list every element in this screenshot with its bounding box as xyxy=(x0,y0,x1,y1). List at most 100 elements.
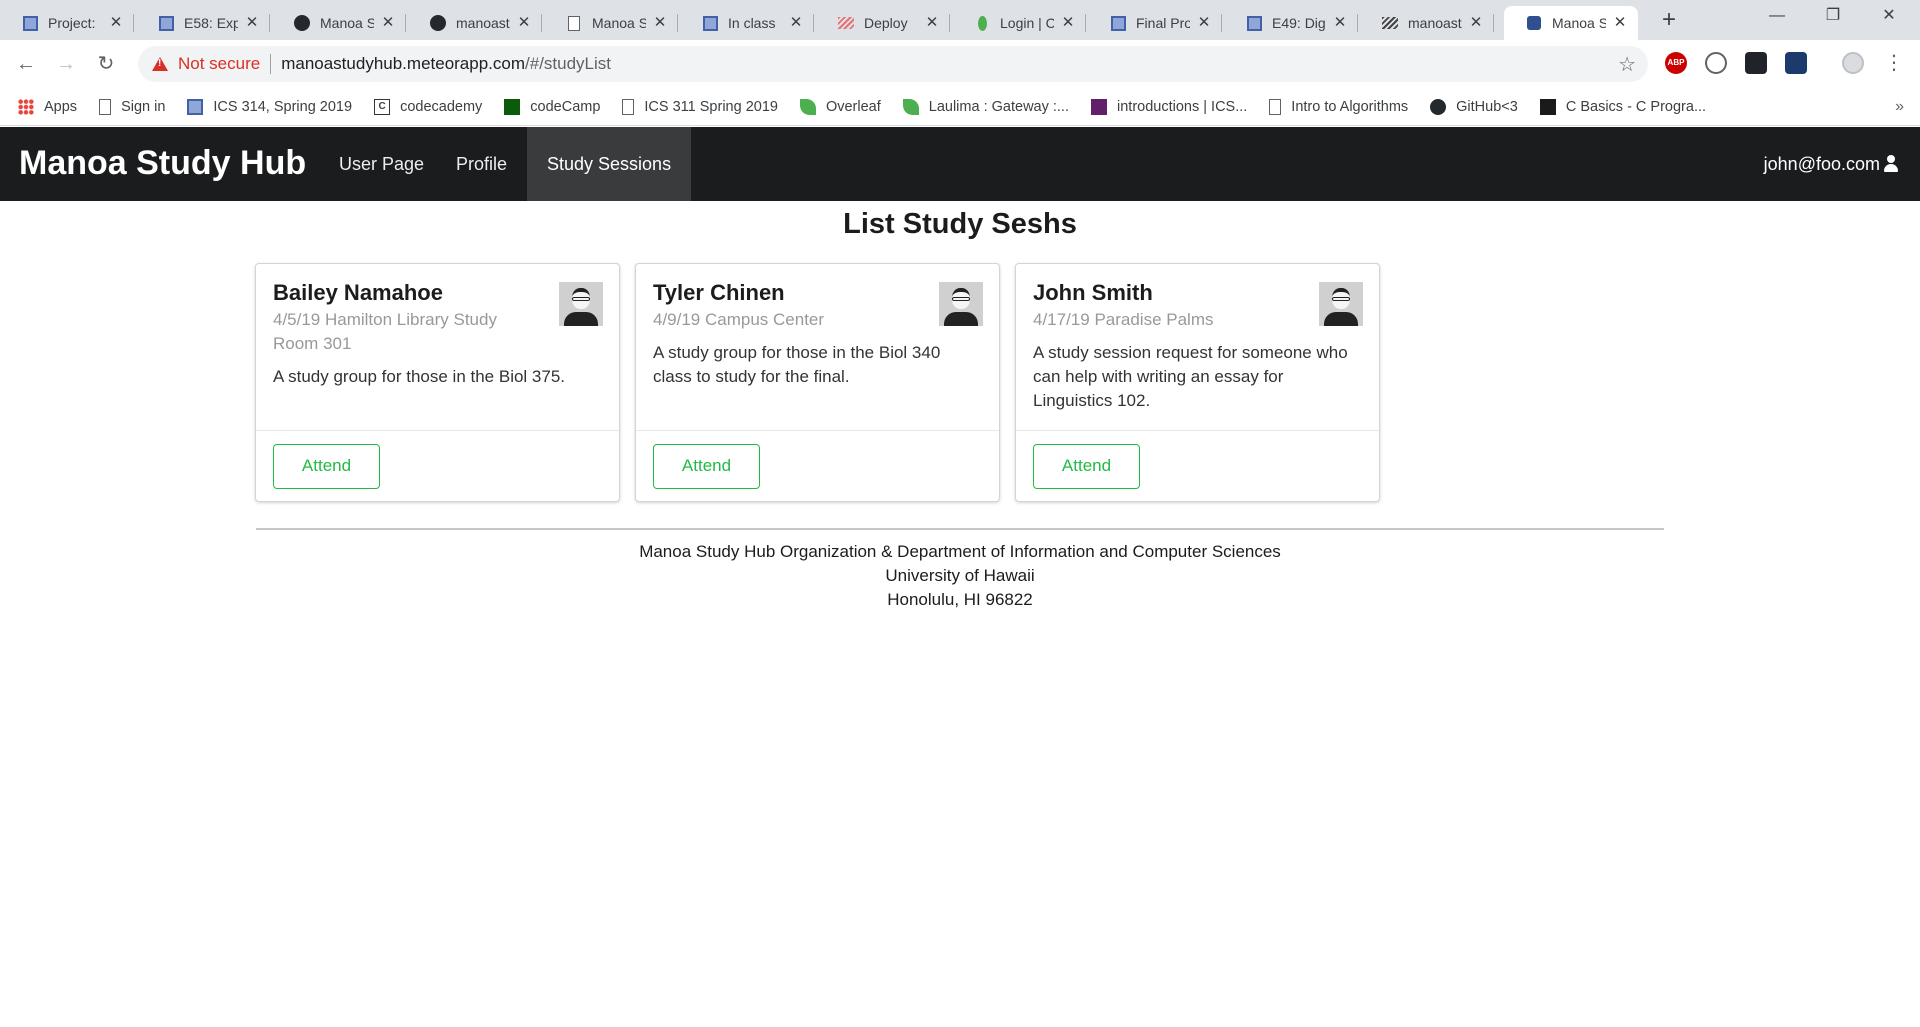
attend-button[interactable]: Attend xyxy=(653,444,760,489)
nav-profile[interactable]: Profile xyxy=(436,127,527,201)
tab-title: E58: Exp xyxy=(184,15,238,31)
brand-logo[interactable]: Manoa Study Hub xyxy=(19,144,306,183)
bookmark-introductions[interactable]: introductions | ICS... xyxy=(1091,98,1247,115)
close-icon[interactable]: ✕ xyxy=(1060,15,1076,31)
card-meta: 4/5/19 Hamilton Library Study Room 301 xyxy=(273,310,497,353)
footer: Manoa Study Hub Organization & Departmen… xyxy=(0,540,1920,612)
close-icon[interactable]: ✕ xyxy=(516,15,532,31)
close-icon[interactable]: ✕ xyxy=(380,15,396,31)
browser-tab[interactable]: manoast ✕ xyxy=(1360,6,1494,40)
footer-line: Manoa Study Hub Organization & Departmen… xyxy=(639,542,1281,561)
tab-title: manoast xyxy=(1408,15,1462,31)
app-navbar: Manoa Study Hub User Page Profile Study … xyxy=(0,127,1920,201)
codecamp-icon xyxy=(504,98,521,115)
minimize-button[interactable]: — xyxy=(1754,0,1800,32)
browser-tab[interactable]: Deploy ✕ xyxy=(816,6,950,40)
card-description: A study group for those in the Biol 340 … xyxy=(653,343,941,386)
attend-button[interactable]: Attend xyxy=(273,444,380,489)
bookmark-intro-algorithms[interactable]: Intro to Algorithms xyxy=(1269,98,1408,115)
tab-title: Login | C xyxy=(1000,15,1054,31)
browser-menu-icon[interactable]: ⋮ xyxy=(1884,52,1904,74)
bookmark-apps[interactable]: Apps xyxy=(18,98,77,115)
forward-button[interactable]: → xyxy=(52,50,80,78)
bookmark-laulima[interactable]: Laulima : Gateway :... xyxy=(902,98,1069,115)
new-tab-button[interactable]: + xyxy=(1655,6,1683,34)
card-meta: 4/17/19 Paradise Palms xyxy=(1033,310,1214,329)
browser-tab[interactable]: Project: ✕ xyxy=(0,6,134,40)
chevron-more-icon[interactable]: » xyxy=(1895,98,1904,116)
back-button[interactable]: ← xyxy=(12,50,40,78)
card-description: A study session request for someone who … xyxy=(1033,343,1348,410)
browser-tab[interactable]: Final Pro ✕ xyxy=(1088,6,1222,40)
bookmark-star-icon[interactable]: ☆ xyxy=(1618,52,1636,77)
overleaf-icon xyxy=(799,98,816,115)
user-icon xyxy=(1882,155,1900,173)
card-meta: 4/9/19 Campus Center xyxy=(653,310,825,329)
browser-tab[interactable]: E49: Dig ✕ xyxy=(1224,6,1358,40)
user-menu[interactable]: john@foo.com xyxy=(1764,127,1900,201)
meteor-dark-icon xyxy=(1382,15,1398,31)
close-icon[interactable]: ✕ xyxy=(1196,15,1212,31)
blue-square-icon xyxy=(1246,15,1262,31)
browser-tab[interactable]: In class ✕ xyxy=(680,6,814,40)
close-icon[interactable]: ✕ xyxy=(788,15,804,31)
bookmark-sign-in[interactable]: Sign in xyxy=(99,98,165,115)
tab-title: In class xyxy=(728,15,776,31)
bookmark-ics314[interactable]: ICS 314, Spring 2019 xyxy=(187,98,352,115)
browser-tab[interactable]: manoast ✕ xyxy=(408,6,542,40)
blue-square-icon xyxy=(187,98,204,115)
study-session-card: John Smith 4/17/19 Paradise Palms A stud… xyxy=(1015,263,1380,502)
bookmarks-bar: Apps Sign in ICS 314, Spring 2019 Ccodec… xyxy=(0,88,1920,126)
leaf-icon xyxy=(974,15,990,31)
close-icon[interactable]: ✕ xyxy=(244,15,260,31)
bookmark-ics311[interactable]: ICS 311 Spring 2019 xyxy=(622,98,778,115)
bookmark-codecademy[interactable]: Ccodecademy xyxy=(374,98,482,115)
apps-grid-icon xyxy=(18,98,34,115)
github-icon xyxy=(1430,98,1447,115)
profile-avatar-icon[interactable] xyxy=(1842,52,1864,74)
study-session-card: Bailey Namahoe 4/5/19 Hamilton Library S… xyxy=(255,263,620,502)
leaf-icon xyxy=(902,98,919,115)
react-devtools-icon[interactable] xyxy=(1745,52,1767,74)
redux-devtools-icon[interactable] xyxy=(1785,52,1807,74)
close-icon[interactable]: ✕ xyxy=(108,15,124,31)
close-icon[interactable]: ✕ xyxy=(924,15,940,31)
card-header: Tyler Chinen xyxy=(653,280,785,305)
meteor-icon xyxy=(1526,15,1542,31)
footer-divider xyxy=(256,528,1664,530)
security-label[interactable]: Not secure xyxy=(178,54,260,74)
adblock-icon[interactable]: ABP xyxy=(1665,52,1687,74)
close-icon[interactable]: ✕ xyxy=(1612,15,1628,31)
nav-study-sessions[interactable]: Study Sessions xyxy=(527,127,692,201)
bookmark-codecamp[interactable]: codeCamp xyxy=(504,98,600,115)
bookmark-c-basics[interactable]: C Basics - C Progra... xyxy=(1539,98,1706,115)
url-host: manoastudyhub.meteorapp.com xyxy=(281,54,526,73)
restore-button[interactable]: ❐ xyxy=(1810,0,1856,32)
reload-button[interactable]: ↻ xyxy=(92,50,120,78)
close-window-button[interactable]: ✕ xyxy=(1866,0,1912,32)
close-icon[interactable]: ✕ xyxy=(1332,15,1348,31)
tab-title: Final Pro xyxy=(1136,15,1190,31)
tab-title: manoast xyxy=(456,15,510,31)
bookmark-github[interactable]: GitHub<3 xyxy=(1430,98,1518,115)
browser-tab[interactable]: E58: Exp ✕ xyxy=(136,6,270,40)
blue-square-icon xyxy=(22,15,38,31)
tab-title: Manoa S xyxy=(320,15,374,31)
github-icon xyxy=(294,15,310,31)
nav-user-page[interactable]: User Page xyxy=(319,127,444,201)
attend-button[interactable]: Attend xyxy=(1033,444,1140,489)
browser-tab[interactable]: Login | C ✕ xyxy=(952,6,1086,40)
sync-extension-icon[interactable] xyxy=(1705,52,1727,74)
footer-line: University of Hawaii xyxy=(885,566,1035,585)
document-icon xyxy=(1269,98,1282,115)
address-bar[interactable]: Not secure manoastudyhub.meteorapp.com /… xyxy=(138,46,1648,82)
bookmark-overleaf[interactable]: Overleaf xyxy=(799,98,881,115)
browser-tab[interactable]: Manoa S ✕ xyxy=(544,6,678,40)
tab-title: Project: xyxy=(48,15,96,31)
close-icon[interactable]: ✕ xyxy=(1468,15,1484,31)
url-path: /#/studyList xyxy=(525,54,612,73)
document-icon xyxy=(566,15,582,31)
browser-tab[interactable]: Manoa S ✕ xyxy=(272,6,406,40)
browser-tab-active[interactable]: Manoa S ✕ xyxy=(1504,6,1638,40)
close-icon[interactable]: ✕ xyxy=(652,15,668,31)
